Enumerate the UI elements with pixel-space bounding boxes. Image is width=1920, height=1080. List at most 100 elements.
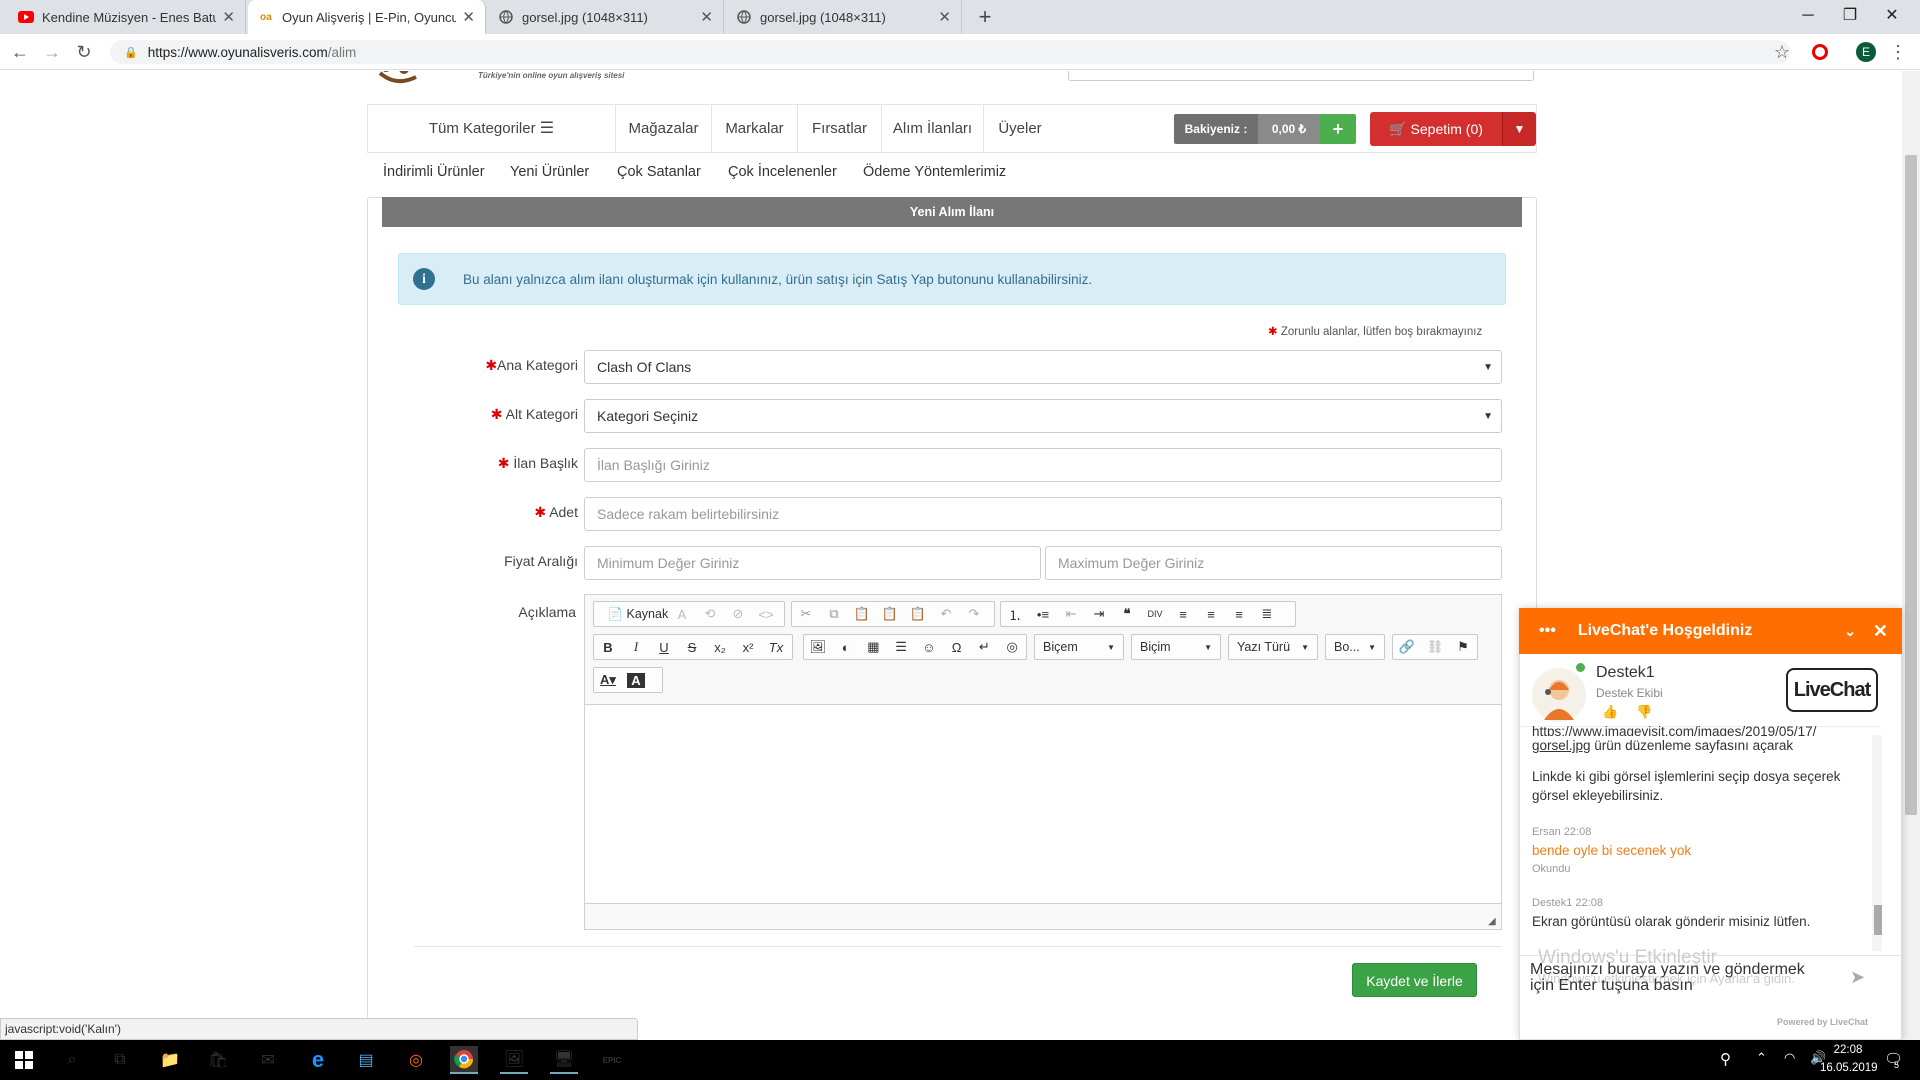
file-explorer-icon[interactable]: 📁 — [156, 1046, 184, 1074]
reload-icon[interactable]: ↻ — [72, 40, 96, 64]
nav-link-deals[interactable]: Fırsatlar — [798, 104, 882, 153]
store-icon[interactable]: 🛍 — [204, 1046, 232, 1074]
chat-message-input[interactable]: Mesajınızı buraya yazın ve göndermek içi… — [1530, 962, 1830, 994]
browser-tab-gorsel-2[interactable]: gorsel.jpg (1048×311) ✕ — [726, 0, 962, 34]
anchor-flag-icon[interactable]: ⚑ — [1449, 639, 1477, 655]
unlink-icon[interactable]: ⛓ — [1421, 639, 1449, 655]
browser-tab-youtube[interactable]: Kendine Müzisyen - Enes Batur : ✕ — [8, 0, 246, 34]
undo-link-icon[interactable]: ⟲ — [696, 606, 724, 622]
bullet-list-icon[interactable]: •≡ — [1029, 607, 1057, 622]
nav-link-stores[interactable]: Mağazalar — [616, 104, 712, 153]
bold-icon[interactable]: B — [594, 640, 622, 655]
chrome-icon[interactable] — [450, 1046, 478, 1074]
unlink-icon[interactable]: ⊘ — [724, 606, 752, 622]
close-window-icon[interactable]: ✕ — [1864, 0, 1920, 34]
chat-link[interactable]: https://www.imagevisit.com/images/2019/0… — [1532, 722, 1872, 736]
chat-link[interactable]: gorsel.jpg — [1532, 738, 1591, 753]
close-tab-icon[interactable]: ✕ — [462, 8, 475, 26]
close-tab-icon[interactable]: ✕ — [700, 8, 713, 26]
italic-icon[interactable]: I — [622, 639, 650, 655]
forward-arrow-icon[interactable]: → — [40, 40, 64, 64]
sub-category-select[interactable]: Kategori Seçiniz ▼ — [584, 399, 1502, 433]
subnav-most-viewed[interactable]: Çok İncelenenler — [728, 153, 837, 191]
site-search-box[interactable] — [1068, 71, 1534, 81]
paste-word-icon[interactable]: 📋 — [904, 606, 932, 622]
code-icon[interactable]: <> — [752, 607, 780, 622]
redo-icon[interactable]: ↷ — [960, 606, 988, 622]
profile-avatar[interactable]: E — [1856, 42, 1876, 62]
subnav-new-products[interactable]: Yeni Ürünler — [510, 153, 589, 191]
main-category-select[interactable]: Clash Of Clans ▼ — [584, 350, 1502, 384]
subnav-payment-methods[interactable]: Ödeme Yöntemlerimiz — [863, 153, 1006, 191]
task-view-icon[interactable]: ⧉ — [106, 1046, 134, 1074]
remove-format-icon[interactable]: Tx — [762, 640, 790, 655]
strikethrough-icon[interactable]: S — [678, 640, 706, 655]
minimize-chevron-icon[interactable]: ⌄ — [1844, 623, 1856, 640]
justify-icon[interactable]: ≣ — [1253, 606, 1281, 622]
wifi-icon[interactable]: ◠ — [1784, 1050, 1795, 1066]
superscript-icon[interactable]: x² — [734, 640, 762, 655]
quantity-input[interactable]: Sadece rakam belirtebilirsiniz — [584, 497, 1502, 531]
all-categories-button[interactable]: Tüm Kategoriler ☰ — [368, 104, 616, 153]
omega-icon[interactable]: Ω — [943, 640, 971, 655]
iframe-icon[interactable]: ◎ — [998, 639, 1026, 655]
address-bar[interactable]: 🔒 https://www.oyunalisveris.com/alim — [110, 40, 1790, 64]
align-center-icon[interactable]: ≡ — [1197, 607, 1225, 622]
cart-button[interactable]: 🛒 Sepetim (0) — [1370, 112, 1502, 146]
format-dropdown[interactable]: Biçim ▼ — [1131, 634, 1221, 660]
blockquote-icon[interactable]: ❝ — [1113, 606, 1141, 622]
text-color-icon[interactable]: A▾ — [594, 672, 622, 688]
save-and-continue-button[interactable]: Kaydet ve İlerle — [1352, 963, 1477, 997]
style-dropdown[interactable]: Biçem ▼ — [1034, 634, 1124, 660]
edge-icon[interactable]: e — [304, 1046, 332, 1074]
mail-icon[interactable]: ✉ — [254, 1046, 282, 1074]
close-chat-icon[interactable]: ✕ — [1873, 621, 1888, 642]
undo-icon[interactable]: ↶ — [932, 606, 960, 622]
align-right-icon[interactable]: ≡ — [1225, 607, 1253, 622]
app-swirl-icon[interactable]: ◎ — [402, 1046, 430, 1074]
subscript-icon[interactable]: x₂ — [706, 640, 734, 655]
image-icon[interactable]: 🖼 — [804, 639, 832, 655]
browser-tab-oyunalisveris[interactable]: oa Oyun Alişveriş | E-Pin, Oyuncu Ür✕ — [248, 0, 486, 34]
close-tab-icon[interactable]: ✕ — [222, 8, 235, 26]
horizontal-line-icon[interactable]: ☰ — [887, 639, 915, 655]
browser-tab-gorsel-1[interactable]: gorsel.jpg (1048×311) ✕ — [488, 0, 724, 34]
link-icon[interactable]: 🔗 — [1393, 639, 1421, 655]
site-logo[interactable] — [376, 71, 436, 87]
clock-date[interactable]: 16.05.2019 — [1820, 1062, 1878, 1074]
epic-games-icon[interactable]: EPIC — [598, 1046, 626, 1074]
search-icon[interactable]: ⌕ — [58, 1046, 86, 1074]
new-tab-button[interactable]: + — [972, 5, 998, 29]
paste-text-icon[interactable]: 📋 — [876, 606, 904, 622]
smiley-icon[interactable]: ☺ — [915, 640, 943, 655]
numbered-list-icon[interactable]: ⒈ — [1001, 605, 1029, 624]
scrollbar-thumb[interactable] — [1905, 155, 1917, 815]
app-icon[interactable]: ▤ — [352, 1046, 380, 1074]
copy-icon[interactable]: ⧉ — [820, 606, 848, 622]
cut-icon[interactable]: ✂ — [792, 606, 820, 622]
price-max-input[interactable]: Maximum Değer Giriniz — [1045, 546, 1502, 580]
outdent-icon[interactable]: ⇤ — [1057, 606, 1085, 622]
subnav-discounted[interactable]: İndirimli Ürünler — [383, 153, 485, 191]
back-arrow-icon[interactable]: ← — [8, 40, 32, 64]
more-dots-icon[interactable]: ••• — [1539, 622, 1556, 640]
spellcheck-icon[interactable]: A — [668, 607, 696, 622]
underline-icon[interactable]: U — [650, 640, 678, 655]
size-dropdown[interactable]: Bo... ▼ — [1325, 634, 1385, 660]
div-icon[interactable]: DIV — [1141, 609, 1169, 619]
align-left-icon[interactable]: ≡ — [1169, 607, 1197, 622]
editor-content-area[interactable] — [585, 704, 1501, 904]
close-tab-icon[interactable]: ✕ — [938, 8, 951, 26]
background-color-icon[interactable]: A — [627, 672, 645, 688]
paste-icon[interactable]: 📋 — [848, 606, 876, 622]
app-window-icon[interactable]: 🖥 — [550, 1046, 578, 1074]
font-dropdown[interactable]: Yazı Türü ▼ — [1228, 634, 1318, 660]
page-break-icon[interactable]: ↵ — [971, 639, 999, 655]
people-icon[interactable]: ⚲ — [1720, 1050, 1731, 1068]
source-button[interactable]: 📄 Kaynak — [594, 607, 668, 622]
table-icon[interactable]: ▦ — [860, 639, 888, 655]
indent-icon[interactable]: ⇥ — [1085, 606, 1113, 622]
flash-icon[interactable]: ◐ — [832, 640, 860, 655]
opera-icon[interactable] — [1812, 44, 1828, 60]
subnav-best-sellers[interactable]: Çok Satanlar — [617, 153, 701, 191]
